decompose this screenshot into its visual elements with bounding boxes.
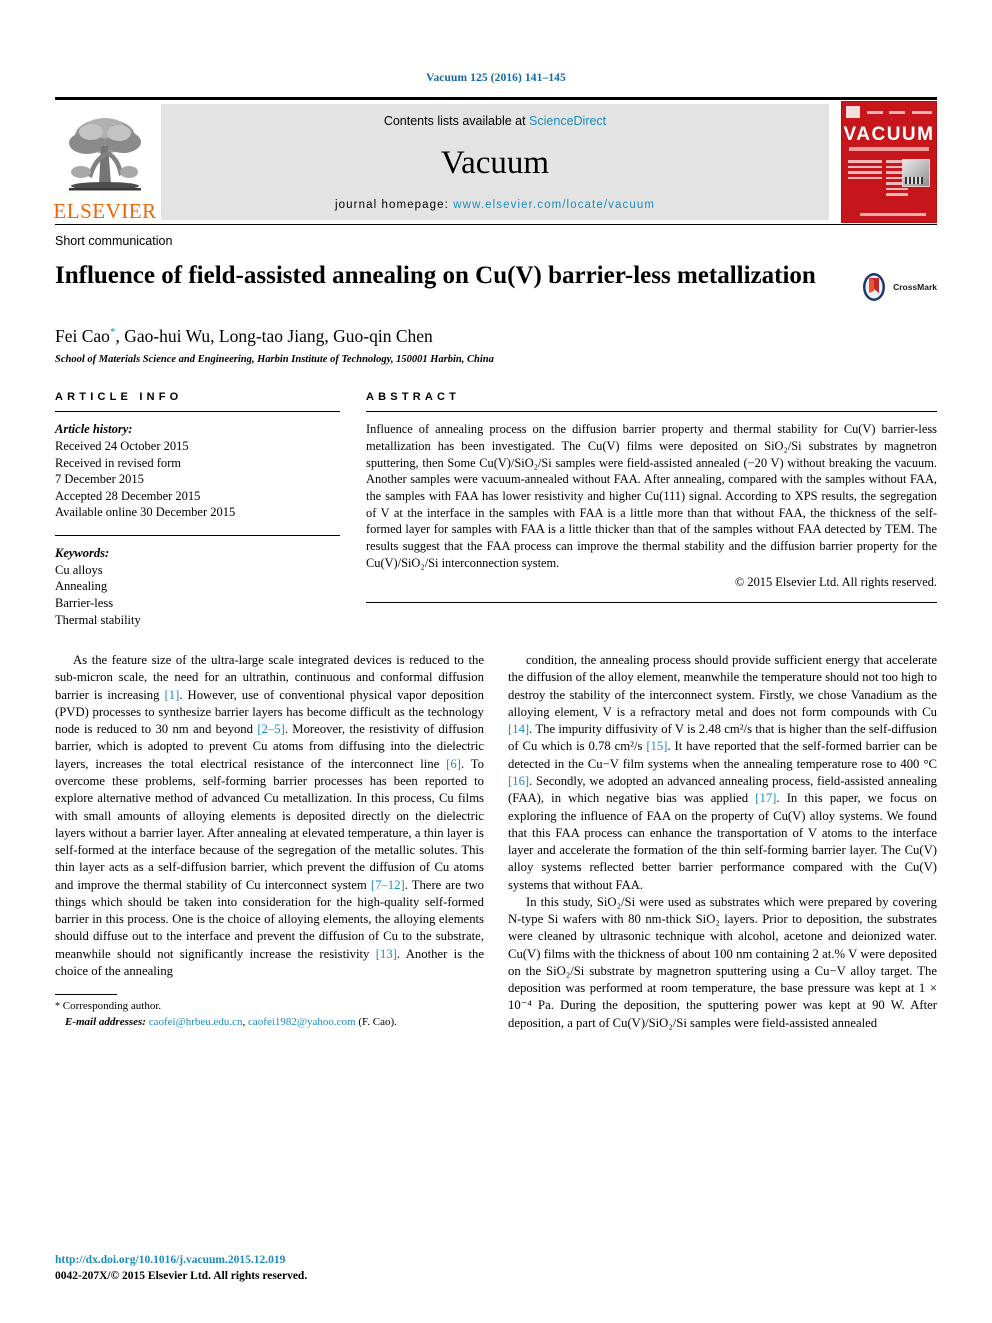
body-paragraph: As the feature size of the ultra-large s… [55,653,484,978]
citation-ref[interactable]: [6] [446,757,461,771]
info-abstract-section: ARTICLE INFO Article history: Received 2… [55,391,937,628]
contents-prefix: Contents lists available at [383,114,530,128]
journal-homepage-link[interactable]: www.elsevier.com/locate/vacuum [453,199,655,211]
cover-tiny-text-1 [866,110,883,114]
crossmark-badge[interactable]: CrossMark [859,272,937,302]
citation-ref[interactable]: [16] [508,774,529,788]
running-head: Vacuum 125 (2016) 141–145 [426,72,566,84]
email-line: E-mail addresses: caofei@hrbeu.edu.cn, c… [55,1015,484,1031]
abstract-text: Influence of annealing process on the di… [366,422,937,570]
cover-inset-photo [902,159,930,187]
citation-ref[interactable]: [14] [508,722,529,736]
cover-top-row [846,106,932,118]
footnote-divider [55,994,117,996]
article-info-column: ARTICLE INFO Article history: Received 2… [55,391,340,628]
author-first: Fei Cao [55,326,110,347]
history-item: 7 December 2015 [55,472,144,487]
keyword-item: Annealing [55,579,108,594]
abstract-copyright: © 2015 Elsevier Ltd. All rights reserved… [734,575,937,590]
citation-ref[interactable]: [7–12] [371,878,405,892]
email-suffix: (F. Cao). [355,1015,397,1028]
asterisk-icon: * [55,1001,60,1013]
elsevier-wordmark: ELSEVIER [53,199,157,223]
elsevier-logo: ELSEVIER [53,100,157,224]
author-rest: , Gao-hui Wu, Long-tao Jiang, Guo-qin Ch… [115,326,433,347]
keyword-item: Thermal stability [55,612,141,627]
abstract-rule [366,411,937,413]
history-item: Accepted 28 December 2015 [55,488,201,503]
body-paragraph: condition, the annealing process should … [508,653,937,892]
elsevier-tree-icon [69,118,141,191]
keywords-group: Keywords: Cu alloys Annealing Barrier-le… [55,545,340,628]
email-label: E-mail addresses: [65,1015,146,1028]
cover-elsevier-mark-icon [846,106,860,118]
journal-homepage-line: journal homepage: www.elsevier.com/locat… [335,199,655,211]
article-type: Short communication [55,234,173,248]
citation-ref[interactable]: [15] [646,739,667,753]
keywords-rule [55,535,340,536]
page-title: Influence of field-assisted annealing on… [55,262,816,289]
cover-tiny-text-2 [889,110,906,114]
article-info-heading: ARTICLE INFO [55,391,183,404]
title-divider [55,224,937,225]
crossmark-label: CrossMark [893,282,937,292]
citation-ref[interactable]: [2–5] [257,722,284,736]
keywords-label: Keywords: [55,546,110,560]
footnote-text: * Corresponding author. E-mail addresses… [55,999,484,1030]
crossmark-icon [863,273,886,301]
sciencedirect-link[interactable]: ScienceDirect [529,114,606,128]
homepage-prefix: journal homepage: [335,199,454,211]
journal-title: Vacuum [440,145,550,181]
contents-box: Contents lists available at ScienceDirec… [161,104,829,220]
cover-title: VACUUM [843,124,935,145]
doi-link[interactable]: http://dx.doi.org/10.1016/j.vacuum.2015.… [55,1252,495,1269]
issn-copyright-line: 0042-207X/© 2015 Elsevier Ltd. All right… [55,1270,308,1283]
abstract-column: ABSTRACT Influence of annealing process … [366,391,937,628]
history-item: Available online 30 December 2015 [55,505,236,520]
article-history-group: Article history: Received 24 October 201… [55,421,340,521]
email-link-primary[interactable]: caofei@hrbeu.edu.cn [149,1016,243,1028]
body-columns: As the feature size of the ultra-large s… [55,652,937,1032]
abstract-bottom-rule [366,602,937,604]
corresponding-author-note: * Corresponding author. [55,999,484,1015]
body-column-left: As the feature size of the ultra-large s… [55,652,484,1032]
history-item: Received 24 October 2015 [55,438,189,453]
affiliation: School of Materials Science and Engineer… [55,354,494,366]
contents-available-line: Contents lists available at ScienceDirec… [384,114,606,128]
cover-left-text-lines [848,160,882,182]
corresponding-author-label: Corresponding author. [62,1000,162,1013]
article-info-rule [55,411,340,413]
journal-cover-block: VACUUM [837,100,937,224]
body-paragraph: In this study, SiO₂/Si were used as subs… [508,894,937,1030]
page-footer: http://dx.doi.org/10.1016/j.vacuum.2015.… [55,1252,495,1285]
keyword-item: Barrier-less [55,595,114,610]
keyword-item: Cu alloys [55,562,103,577]
footnote-block: * Corresponding author. E-mail addresses… [55,994,484,1030]
citation-ref[interactable]: [1] [165,688,180,702]
citation-ref[interactable]: [17] [755,791,776,805]
email-link-secondary[interactable]: caofei1982@yahoo.com [248,1016,356,1028]
author-list: Fei Cao*, Gao-hui Wu, Long-tao Jiang, Gu… [55,326,937,347]
journal-cover-thumbnail: VACUUM [841,101,937,223]
journal-masthead: ELSEVIER Contents lists available at Sci… [53,97,937,224]
cover-subtitle-bar [849,147,929,151]
cover-tiny-text-3 [911,110,932,114]
article-history-label: Article history: [55,422,133,437]
citation-ref[interactable]: [13] [376,947,397,961]
history-item: Received in revised form [55,455,181,470]
article-page: Vacuum 125 (2016) 141–145 ELSEVIER Conte… [0,0,992,1323]
cover-bottom-bar [860,213,926,216]
title-row: Influence of field-assisted annealing on… [55,248,937,308]
abstract-heading: ABSTRACT [366,391,461,404]
body-column-right: condition, the annealing process should … [508,652,937,1032]
